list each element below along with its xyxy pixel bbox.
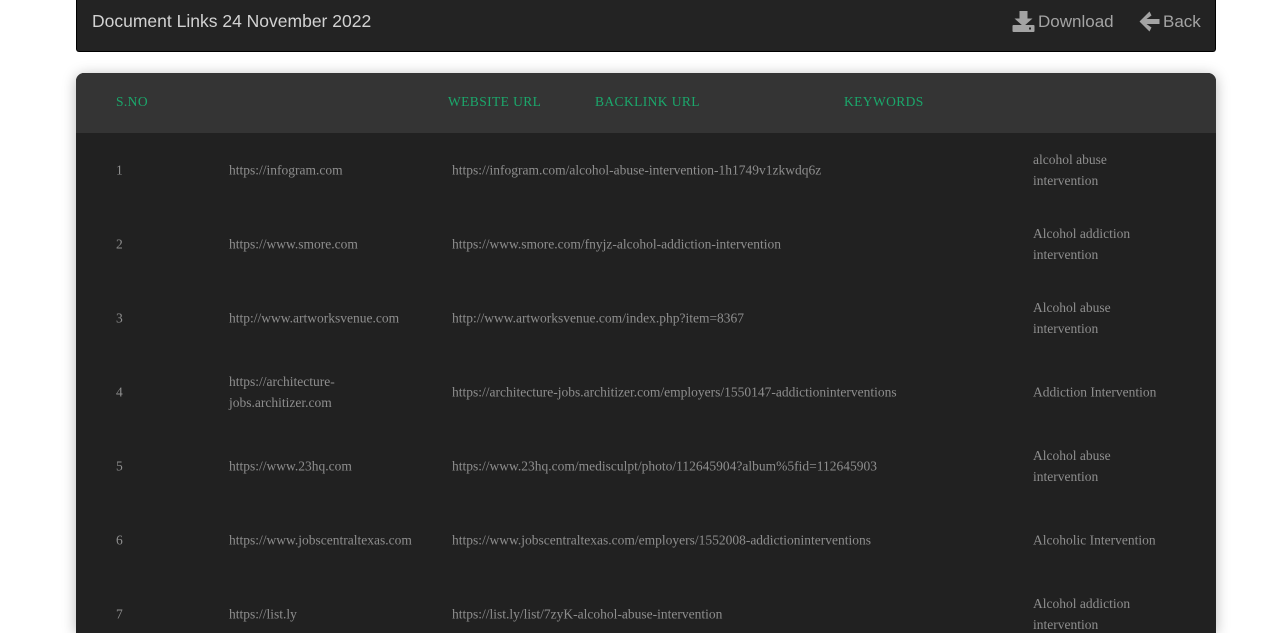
table-row: 4 https://architecture-jobs.architizer.c… — [76, 355, 1216, 429]
row-number: 6 — [116, 532, 123, 548]
keywords: Alcoholic Intervention — [1033, 532, 1156, 548]
website-url: https://infogram.com — [229, 162, 343, 178]
column-header-backlink-url: BACKLINK URL — [595, 94, 700, 109]
back-button[interactable]: Back — [1139, 11, 1201, 32]
column-header-website-url: WEBSITE URL — [448, 94, 542, 109]
column-header-keywords: KEYWORDS — [844, 94, 924, 109]
row-number: 2 — [116, 236, 123, 252]
backlink-url: https://infogram.com/alcohol-abuse-inter… — [452, 162, 822, 178]
keywords: alcohol abuse intervention — [1033, 152, 1107, 188]
website-url: http://www.artworksvenue.com — [229, 310, 400, 326]
table-row: 1 https://infogram.com https://infogram.… — [76, 133, 1216, 207]
keywords: Addiction Intervention — [1033, 384, 1157, 400]
table-row: 2 https://www.smore.com https://www.smor… — [76, 207, 1216, 281]
backlink-url: https://www.23hq.com/medisculpt/photo/11… — [452, 458, 877, 474]
download-icon — [1012, 11, 1035, 32]
table-row: 5 https://www.23hq.com https://www.23hq.… — [76, 429, 1216, 503]
backlink-url: https://list.ly/list/7zyK-alcohol-abuse-… — [452, 606, 723, 622]
row-number: 3 — [116, 310, 123, 326]
backlink-url: https://www.smore.com/fnyjz-alcohol-addi… — [452, 236, 782, 252]
row-number: 7 — [116, 606, 123, 622]
keywords: Alcohol addiction intervention — [1033, 226, 1131, 262]
arrow-left-icon — [1139, 11, 1160, 32]
website-url: https://architecture-jobs.architizer.com — [229, 374, 335, 410]
page-title: Document Links 24 November 2022 — [92, 11, 372, 31]
row-number: 4 — [116, 384, 123, 400]
website-url: https://www.jobscentraltexas.com — [229, 532, 412, 548]
website-url: https://www.smore.com — [229, 236, 358, 252]
keywords: Alcohol addiction intervention — [1033, 596, 1131, 632]
backlink-url: https://www.jobscentraltexas.com/employe… — [452, 532, 872, 548]
row-number: 5 — [116, 458, 123, 474]
download-label: Download — [1038, 11, 1114, 31]
back-label: Back — [1163, 11, 1201, 31]
keywords: Alcohol abuse intervention — [1033, 448, 1111, 484]
table-header: S.NO WEBSITE URL BACKLINK URL KEYWORDS — [76, 73, 1216, 133]
table-row: 3 http://www.artworksvenue.com http://ww… — [76, 281, 1216, 355]
backlink-url: https://architecture-jobs.architizer.com… — [452, 384, 897, 400]
table-row: 6 https://www.jobscentraltexas.com https… — [76, 503, 1216, 577]
website-url: https://list.ly — [229, 606, 297, 622]
backlink-url: http://www.artworksvenue.com/index.php?i… — [452, 310, 745, 326]
keywords: Alcohol abuse intervention — [1033, 300, 1111, 336]
row-number: 1 — [116, 162, 123, 178]
column-header-sno: S.NO — [116, 94, 148, 109]
download-button[interactable]: Download — [1012, 11, 1114, 32]
table-row: 7 https://list.ly https://list.ly/list/7… — [76, 577, 1216, 633]
top-bar: Document Links 24 November 2022 Download… — [76, 0, 1216, 52]
document-links-table: S.NO WEBSITE URL BACKLINK URL KEYWORDS 1… — [76, 73, 1216, 633]
website-url: https://www.23hq.com — [229, 458, 352, 474]
